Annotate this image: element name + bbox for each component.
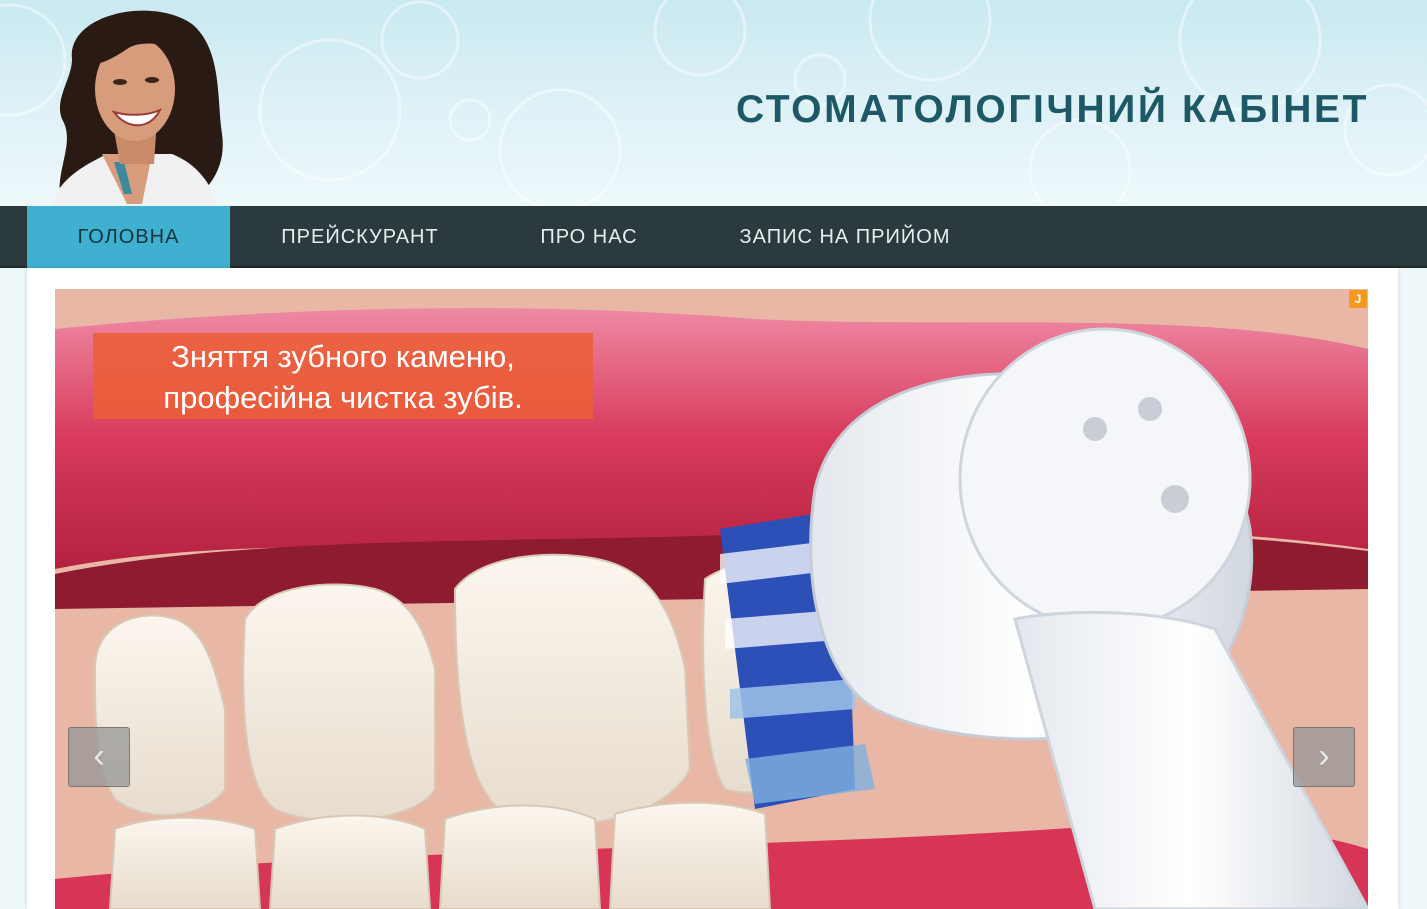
nav-item-home[interactable]: ГОЛОВНА: [27, 206, 230, 268]
slider-prev-button[interactable]: ‹: [68, 727, 130, 787]
slide-caption-line-2: професійна чистка зубів.: [163, 380, 523, 415]
slide-caption-line-1: Зняття зубного каменю,: [171, 339, 515, 374]
slider-next-button[interactable]: ›: [1293, 727, 1355, 787]
chevron-right-icon: ›: [1318, 737, 1330, 775]
slider-plugin-badge[interactable]: J: [1349, 290, 1367, 308]
site-header: СТОМАТОЛОГІЧНИЙ КАБІНЕТ: [0, 0, 1427, 206]
main-navigation: ГОЛОВНА ПРЕЙСКУРАНТ ПРО НАС ЗАПИС НА ПРИ…: [0, 206, 1427, 268]
chevron-left-icon: ‹: [93, 737, 105, 775]
woman-portrait-image: [52, 10, 223, 206]
image-slider[interactable]: Зняття зубного каменю, професійна чистка…: [55, 289, 1368, 909]
nav-item-appointment[interactable]: ЗАПИС НА ПРИЙОМ: [688, 206, 1002, 268]
nav-item-about[interactable]: ПРО НАС: [490, 206, 688, 268]
slide-caption: Зняття зубного каменю, професійна чистка…: [93, 333, 593, 419]
site-title: СТОМАТОЛОГІЧНИЙ КАБІНЕТ: [735, 88, 1369, 131]
nav-item-price-list[interactable]: ПРЕЙСКУРАНТ: [230, 206, 490, 268]
